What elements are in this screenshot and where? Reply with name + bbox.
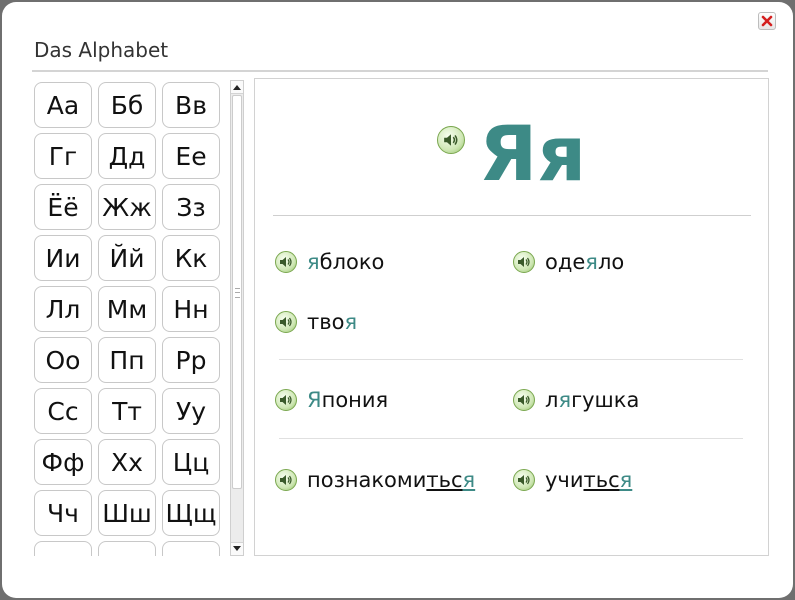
example-word: познакомиться bbox=[275, 468, 475, 492]
letter-button[interactable]: Ее bbox=[162, 133, 220, 179]
letter-button[interactable]: Мм bbox=[98, 286, 156, 332]
letter-button[interactable]: Цц bbox=[162, 439, 220, 485]
letter-button[interactable]: Сс bbox=[34, 388, 92, 434]
word-text: лягушка bbox=[545, 388, 639, 412]
word-segment: л bbox=[545, 388, 559, 412]
word-segment: тьс bbox=[426, 468, 463, 492]
example-word: Япония bbox=[275, 388, 388, 412]
speaker-icon[interactable] bbox=[275, 389, 297, 411]
close-x-icon bbox=[761, 15, 773, 27]
word-segment: тво bbox=[307, 310, 345, 334]
letter-detail-panel: Яя яблоко одеяло твоя Япония лягушка познаком… bbox=[254, 78, 769, 556]
speaker-icon[interactable] bbox=[513, 389, 535, 411]
letter-button[interactable]: Дд bbox=[98, 133, 156, 179]
letter-list: Аа Бб Вв Гг Дд Ее Ёё Жж Зз Ии Йй Кк Лл Мм Нн Оо Пп Рр Сс Тт… bbox=[32, 80, 228, 556]
scroll-up-button[interactable] bbox=[231, 81, 243, 94]
scroll-thumb[interactable] bbox=[232, 95, 242, 489]
letter-button[interactable]: Йй bbox=[98, 235, 156, 281]
word-text: познакомиться bbox=[307, 468, 475, 492]
letter-button[interactable]: Жж bbox=[98, 184, 156, 230]
word-segment: я bbox=[558, 388, 572, 412]
word-segment: познакоми bbox=[307, 468, 427, 492]
word-segment: я bbox=[344, 310, 358, 334]
word-text: Япония bbox=[307, 388, 388, 412]
word-segment: Я bbox=[307, 388, 322, 412]
letter-button[interactable]: Тт bbox=[98, 388, 156, 434]
word-segment: пония bbox=[321, 388, 389, 412]
title-divider bbox=[32, 70, 768, 72]
heading-divider bbox=[273, 215, 751, 216]
letter-button[interactable] bbox=[162, 541, 220, 556]
letter-button[interactable] bbox=[98, 541, 156, 556]
speaker-icon[interactable] bbox=[275, 251, 297, 273]
word-segment: я bbox=[585, 250, 598, 274]
word-text: одеяло bbox=[545, 250, 624, 274]
word-segment: учи bbox=[545, 468, 584, 492]
word-segment: оде bbox=[545, 250, 586, 274]
letter-button[interactable]: Кк bbox=[162, 235, 220, 281]
alphabet-dialog: Das Alphabet Аа Бб Вв Гг Дд Ее Ёё Жж Зз Ии Йй Кк Лл М… bbox=[2, 2, 793, 598]
word-segment: тьс bbox=[583, 468, 620, 492]
speaker-icon[interactable] bbox=[275, 311, 297, 333]
letter-button[interactable]: Рр bbox=[162, 337, 220, 383]
arrow-up-icon bbox=[233, 85, 241, 90]
word-segment: блоко bbox=[319, 250, 385, 274]
letter-button[interactable]: Пп bbox=[98, 337, 156, 383]
speaker-icon[interactable] bbox=[436, 126, 465, 154]
letter-button[interactable]: Оо bbox=[34, 337, 92, 383]
word-group-divider bbox=[279, 438, 743, 439]
word-text: учиться bbox=[545, 468, 632, 492]
word-group-divider bbox=[279, 359, 743, 360]
letter-button[interactable]: Вв bbox=[162, 82, 220, 128]
word-segment: я bbox=[619, 468, 633, 492]
letter-button[interactable]: Лл bbox=[34, 286, 92, 332]
current-letter: Яя bbox=[478, 109, 587, 198]
close-button[interactable] bbox=[758, 12, 776, 30]
letter-button[interactable]: Ии bbox=[34, 235, 92, 281]
letter-button[interactable] bbox=[34, 541, 92, 556]
arrow-down-icon bbox=[233, 546, 241, 551]
letter-button[interactable]: Гг bbox=[34, 133, 92, 179]
letter-button[interactable]: Фф bbox=[34, 439, 92, 485]
letter-button[interactable]: Ёё bbox=[34, 184, 92, 230]
word-segment: я bbox=[462, 468, 476, 492]
letter-button[interactable]: Бб bbox=[98, 82, 156, 128]
speaker-icon[interactable] bbox=[513, 251, 535, 273]
speaker-icon[interactable] bbox=[513, 469, 535, 491]
letter-button[interactable]: Уу bbox=[162, 388, 220, 434]
example-word: лягушка bbox=[513, 388, 639, 412]
speaker-icon[interactable] bbox=[275, 469, 297, 491]
letter-button[interactable]: Чч bbox=[34, 490, 92, 536]
example-word: твоя bbox=[275, 310, 357, 334]
example-word: яблоко bbox=[275, 250, 384, 274]
letter-button[interactable]: Нн bbox=[162, 286, 220, 332]
word-segment: ло bbox=[597, 250, 625, 274]
word-segment: гушка bbox=[571, 388, 640, 412]
scroll-grip bbox=[235, 288, 240, 298]
letter-button[interactable]: Аа bbox=[34, 82, 92, 128]
word-segment: я bbox=[307, 250, 320, 274]
letter-button[interactable]: Щщ bbox=[162, 490, 220, 536]
example-word: учиться bbox=[513, 468, 632, 492]
letter-heading: Яя bbox=[255, 109, 768, 199]
word-text: твоя bbox=[307, 310, 357, 334]
letter-button[interactable]: Шш bbox=[98, 490, 156, 536]
letter-grid: Аа Бб Вв Гг Дд Ее Ёё Жж Зз Ии Йй Кк Лл Мм Нн Оо Пп Рр Сс Тт… bbox=[32, 80, 228, 556]
word-text: яблоко bbox=[307, 250, 384, 274]
letter-list-scrollbar[interactable] bbox=[230, 80, 244, 556]
dialog-title: Das Alphabet bbox=[34, 38, 169, 62]
scroll-down-button[interactable] bbox=[231, 542, 243, 555]
letter-button[interactable]: Зз bbox=[162, 184, 220, 230]
letter-button[interactable]: Хх bbox=[98, 439, 156, 485]
example-word: одеяло bbox=[513, 250, 624, 274]
